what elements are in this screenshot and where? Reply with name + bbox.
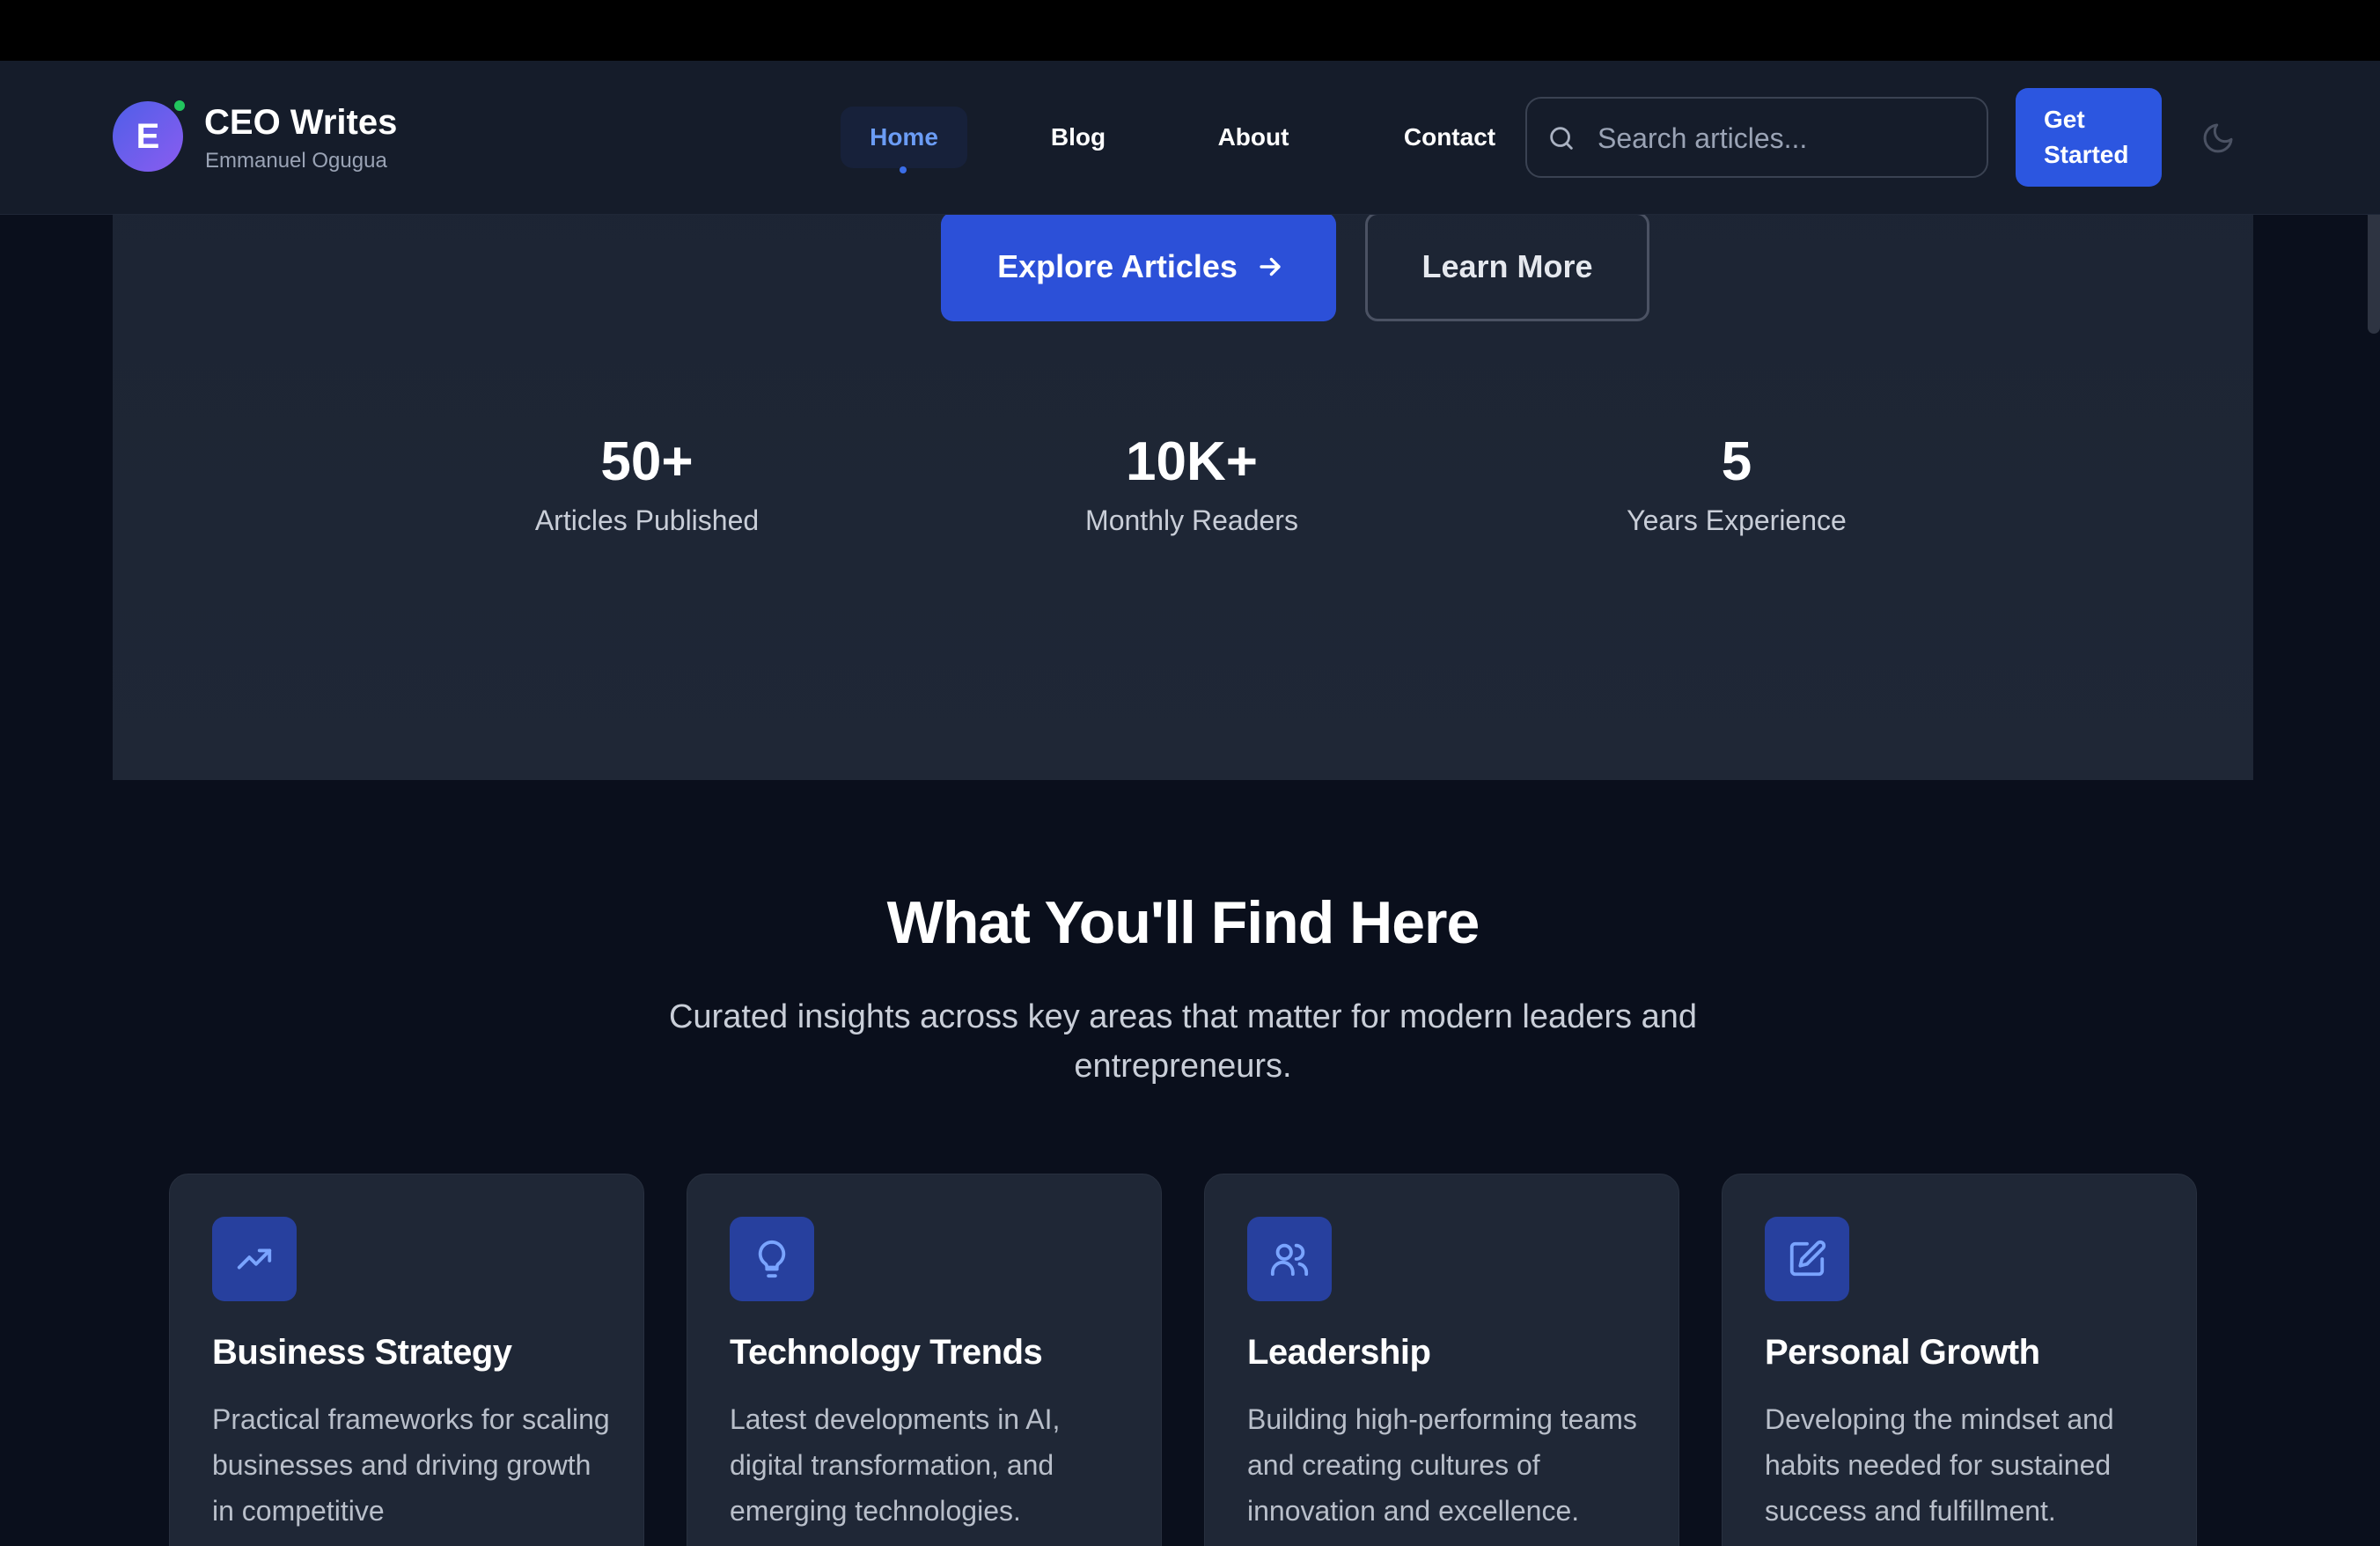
section-subtitle-line1: Curated insights across key areas that m… xyxy=(668,998,1698,1035)
stat-label: Articles Published xyxy=(534,504,760,536)
nav-link-contact[interactable]: Contact xyxy=(1387,107,1512,168)
card-business-strategy[interactable]: Business Strategy Practical frameworks f… xyxy=(169,1174,644,1546)
edit-icon xyxy=(1789,1240,1826,1277)
navbar: E CEO Writes Emmanuel Ogugua Home Blog A… xyxy=(0,61,2380,215)
search-icon xyxy=(1550,127,1573,150)
nav-link-about[interactable]: About xyxy=(1202,107,1304,168)
learn-more-button[interactable]: Learn More xyxy=(1365,212,1649,321)
stat-readers: 10K+ Monthly Readers xyxy=(1007,431,1377,537)
search-input[interactable] xyxy=(1598,116,1967,160)
card-title: Leadership xyxy=(1247,1333,1431,1372)
card-description: Building high-performing teams and creat… xyxy=(1247,1403,1637,1527)
card-title: Personal Growth xyxy=(1765,1333,2040,1372)
logo[interactable]: E xyxy=(113,101,183,172)
section-subtitle-line2: entrepreneurs. xyxy=(1074,1048,1292,1085)
active-indicator-dot xyxy=(900,166,907,173)
moon-icon[interactable] xyxy=(2200,121,2236,156)
online-status-dot xyxy=(173,99,187,113)
stat-label: Years Experience xyxy=(1627,504,1847,536)
stat-label: Monthly Readers xyxy=(1085,504,1298,536)
brand-subtitle: Emmanuel Ogugua xyxy=(205,149,387,173)
window-top-bar xyxy=(0,0,2380,61)
logo-letter: E xyxy=(136,116,160,156)
users-icon xyxy=(1270,1243,1309,1277)
card-icon-box xyxy=(730,1217,814,1301)
card-personal-growth[interactable]: Personal Growth Developing the mindset a… xyxy=(1722,1174,2197,1546)
card-description: Latest developments in AI, digital trans… xyxy=(730,1403,1061,1527)
card-leadership[interactable]: Leadership Building high-performing team… xyxy=(1204,1174,1679,1546)
card-description: Practical frameworks for scaling busines… xyxy=(212,1403,610,1527)
explore-articles-button[interactable]: Explore Articles xyxy=(941,212,1336,321)
card-icon-box xyxy=(1765,1217,1849,1301)
card-icon-box xyxy=(1247,1217,1332,1301)
card-icon-box xyxy=(212,1217,297,1301)
stat-experience: 5 Years Experience xyxy=(1552,431,1921,537)
get-started-button[interactable]: Get Started xyxy=(2016,88,2162,187)
page: Explore Articles Learn More 50+ Articles… xyxy=(0,61,2380,1546)
card-description: Developing the mindset and habits needed… xyxy=(1765,1403,2114,1527)
section-title: What You'll Find Here xyxy=(886,889,1480,956)
nav-link-home[interactable]: Home xyxy=(841,107,967,168)
trending-up-icon xyxy=(237,1248,272,1270)
explore-articles-label: Explore Articles xyxy=(997,248,1238,284)
stat-articles: 50+ Articles Published xyxy=(462,431,832,537)
card-title: Technology Trends xyxy=(730,1333,1043,1372)
card-technology-trends[interactable]: Technology Trends Latest developments in… xyxy=(687,1174,1162,1546)
nav-link-blog[interactable]: Blog xyxy=(1024,107,1133,168)
section-subtitle: Curated insights across key areas that m… xyxy=(643,992,1723,1091)
lightbulb-icon xyxy=(758,1240,786,1278)
get-started-label-line1: Get xyxy=(2044,106,2085,133)
stat-value: 5 xyxy=(1721,431,1752,492)
stat-value: 50+ xyxy=(600,431,694,492)
search-box[interactable] xyxy=(1525,97,1988,178)
card-title: Business Strategy xyxy=(212,1333,512,1372)
arrow-right-icon xyxy=(1260,257,1281,276)
brand-title[interactable]: CEO Writes xyxy=(204,103,397,143)
get-started-label-line2: Started xyxy=(2044,141,2129,168)
stat-value: 10K+ xyxy=(1126,431,1258,492)
